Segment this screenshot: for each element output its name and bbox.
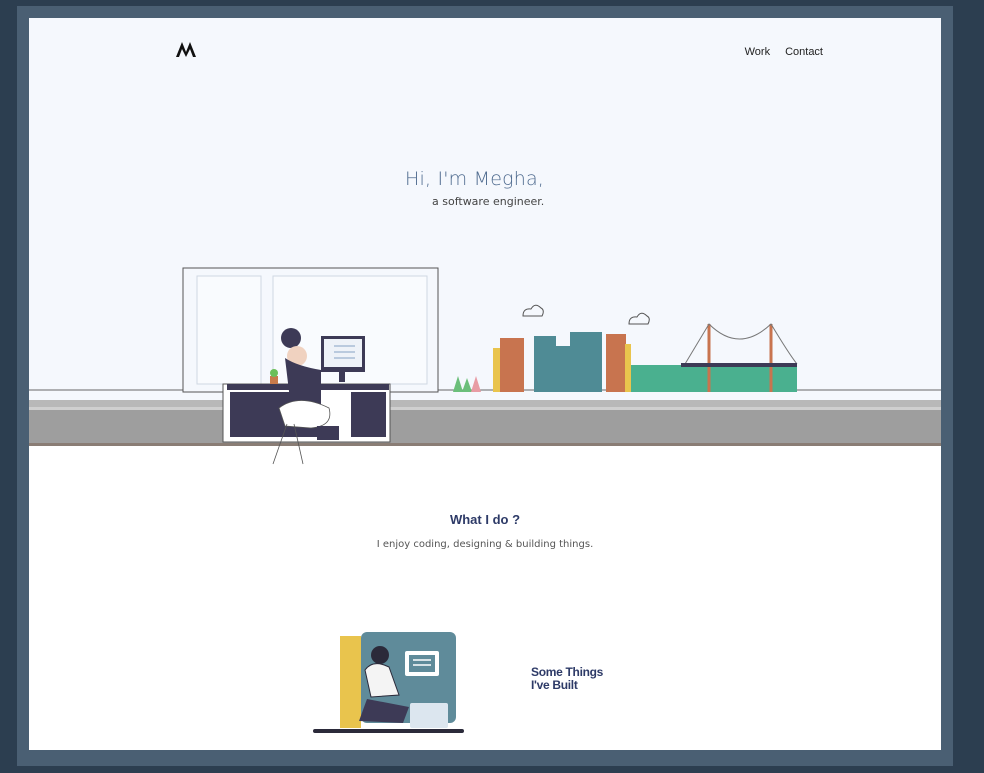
hero-illustration (29, 267, 941, 465)
nav-link-contact[interactable]: Contact (785, 46, 823, 58)
logo-icon[interactable] (175, 40, 197, 58)
what-i-do-description: I enjoy coding, designing & building thi… (376, 539, 594, 550)
hero-greeting: Hi, I'm Megha, (405, 168, 545, 190)
nav-link-work[interactable]: Work (745, 46, 770, 58)
main-nav: Work Contact (745, 46, 823, 58)
hero-subtitle: a software engineer. (432, 195, 545, 208)
built-section-label[interactable]: Some Things I've Built (531, 666, 603, 692)
what-i-do-title: What I do ? (449, 512, 521, 527)
portfolio-page: Work Contact Hi, I'm Megha, a software e… (29, 18, 941, 750)
laptop-woman-illustration (313, 632, 464, 733)
built-label-line2: I've Built (531, 678, 578, 692)
